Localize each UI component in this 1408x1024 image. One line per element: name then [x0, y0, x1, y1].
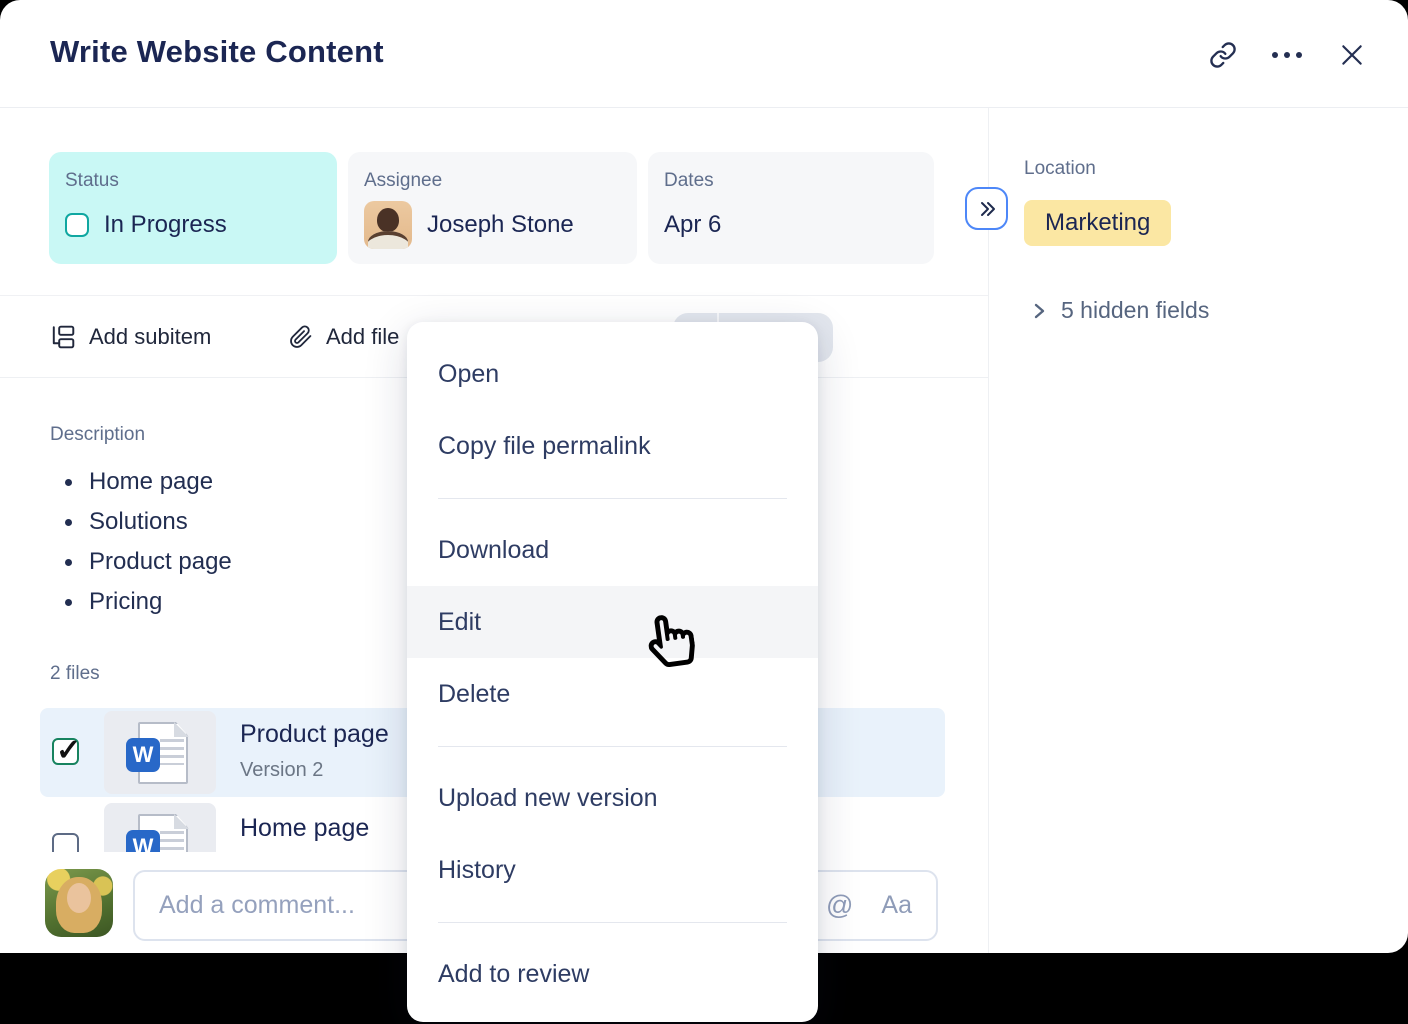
menu-item-download[interactable]: Download	[407, 514, 818, 586]
permalink-icon[interactable]	[1202, 34, 1244, 76]
menu-item-history[interactable]: History	[407, 834, 818, 906]
word-badge: W	[126, 738, 160, 772]
description-item: Solutions	[50, 502, 232, 542]
add-file-label: Add file	[326, 324, 399, 350]
collapse-panel-button[interactable]	[965, 187, 1008, 230]
hidden-fields-label: 5 hidden fields	[1061, 297, 1209, 324]
add-subitem-label: Add subitem	[89, 324, 211, 350]
current-user-avatar[interactable]	[45, 869, 113, 937]
menu-item-copy-file-permalink[interactable]: Copy file permalink	[407, 410, 818, 482]
collapse-panel-icon	[976, 198, 998, 220]
text-format-icon[interactable]: Aa	[881, 891, 912, 920]
menu-item-upload-new-version[interactable]: Upload new version	[407, 762, 818, 834]
dates-value: Apr 6	[664, 211, 721, 239]
files-count-label: 2 files	[50, 663, 100, 685]
assignee-avatar	[364, 201, 412, 249]
menu-item-edit[interactable]: Edit	[407, 586, 818, 658]
description-item: Product page	[50, 542, 232, 582]
menu-divider	[438, 922, 787, 923]
description-item: Home page	[50, 462, 232, 502]
description-label: Description	[50, 424, 145, 446]
word-file-icon: W	[104, 711, 216, 794]
chevron-right-icon	[1032, 301, 1046, 321]
hidden-fields-toggle[interactable]: 5 hidden fields	[1032, 297, 1209, 324]
file-checkbox-checked[interactable]	[52, 738, 79, 765]
status-label: Status	[65, 170, 321, 192]
add-subitem-button[interactable]: Add subitem	[50, 296, 211, 377]
dates-field[interactable]: Dates Apr 6	[648, 152, 934, 264]
menu-item-delete[interactable]: Delete	[407, 658, 818, 730]
location-badge[interactable]: Marketing	[1024, 200, 1171, 246]
description-item: Pricing	[50, 582, 232, 622]
mention-icon[interactable]: @	[826, 890, 853, 921]
dates-label: Dates	[664, 170, 918, 192]
paperclip-icon	[289, 325, 313, 349]
file-name: Home page	[240, 814, 369, 843]
status-value: In Progress	[104, 211, 227, 239]
add-file-button[interactable]: Add file	[289, 296, 399, 377]
menu-divider	[438, 746, 787, 747]
description-list: Home page Solutions Product page Pricing	[50, 462, 232, 622]
assignee-field[interactable]: Assignee Joseph Stone	[348, 152, 637, 264]
subitem-icon	[50, 324, 76, 350]
assignee-label: Assignee	[364, 170, 621, 192]
status-checkbox[interactable]	[65, 213, 89, 237]
menu-item-add-to-review[interactable]: Add to review	[407, 938, 818, 1010]
page-title: Write Website Content	[50, 34, 384, 70]
file-version: Version 2	[240, 759, 323, 782]
more-icon[interactable]	[1266, 34, 1308, 76]
status-field[interactable]: Status In Progress	[49, 152, 337, 264]
header: Write Website Content	[0, 0, 1408, 108]
assignee-value: Joseph Stone	[427, 211, 574, 239]
panel-divider	[988, 108, 989, 953]
file-name: Product page	[240, 720, 389, 749]
menu-item-open[interactable]: Open	[407, 338, 818, 410]
close-icon[interactable]	[1331, 34, 1373, 76]
menu-divider	[438, 498, 787, 499]
file-context-menu: Open Copy file permalink Download Edit D…	[407, 322, 818, 1022]
location-label: Location	[1024, 158, 1096, 180]
